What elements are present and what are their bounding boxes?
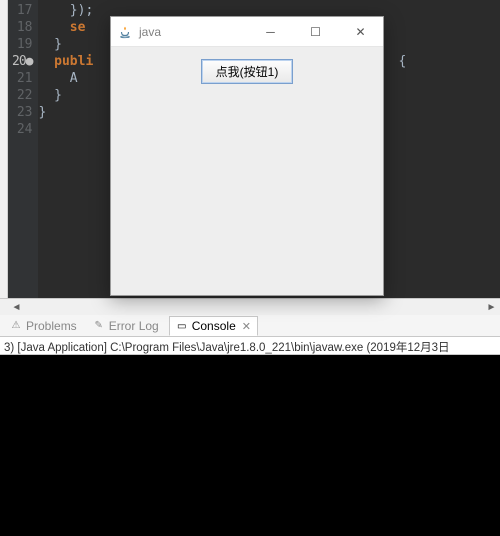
- bottom-tabs: ⚠ Problems ✎ Error Log ▭ Console ✕: [0, 315, 500, 337]
- java-window: java ─ ☐ ✕ 点我(按钮1): [110, 16, 384, 296]
- tab-problems[interactable]: ⚠ Problems: [4, 317, 83, 335]
- editor-hscrollbar[interactable]: ◄ ►: [0, 298, 500, 315]
- java-window-content: 点我(按钮1): [111, 47, 383, 295]
- tab-problems-label: Problems: [26, 319, 77, 333]
- errorlog-icon: ✎: [93, 320, 105, 332]
- line-number: 22: [12, 87, 32, 104]
- line-number: 18: [12, 19, 32, 36]
- console-icon: ▭: [176, 320, 188, 332]
- java-titlebar[interactable]: java ─ ☐ ✕: [111, 17, 383, 47]
- java-cup-icon: [117, 24, 133, 40]
- maximize-button[interactable]: ☐: [293, 17, 338, 47]
- close-icon[interactable]: ✕: [242, 320, 251, 333]
- scroll-right-icon[interactable]: ►: [483, 299, 500, 316]
- console-process-info: 3) [Java Application] C:\Program Files\J…: [0, 337, 500, 355]
- line-number: 21: [12, 70, 32, 87]
- scroll-left-icon[interactable]: ◄: [8, 299, 25, 316]
- java-window-title: java: [139, 25, 248, 39]
- tab-error-log[interactable]: ✎ Error Log: [87, 317, 165, 335]
- click-me-button[interactable]: 点我(按钮1): [201, 59, 294, 84]
- minimize-button[interactable]: ─: [248, 17, 293, 47]
- line-number: 19: [12, 36, 32, 53]
- problems-icon: ⚠: [10, 320, 22, 332]
- editor-ruler: [0, 0, 8, 298]
- line-number: 17: [12, 2, 32, 19]
- tab-errorlog-label: Error Log: [109, 319, 159, 333]
- tab-console[interactable]: ▭ Console ✕: [169, 316, 258, 336]
- console-output[interactable]: [0, 355, 500, 536]
- line-gutter: 17181920●21222324: [8, 0, 38, 298]
- line-number: 23: [12, 104, 32, 121]
- line-number: 24: [12, 121, 32, 138]
- tab-console-label: Console: [192, 319, 236, 333]
- line-number: 20●: [12, 53, 32, 70]
- close-button[interactable]: ✕: [338, 17, 383, 47]
